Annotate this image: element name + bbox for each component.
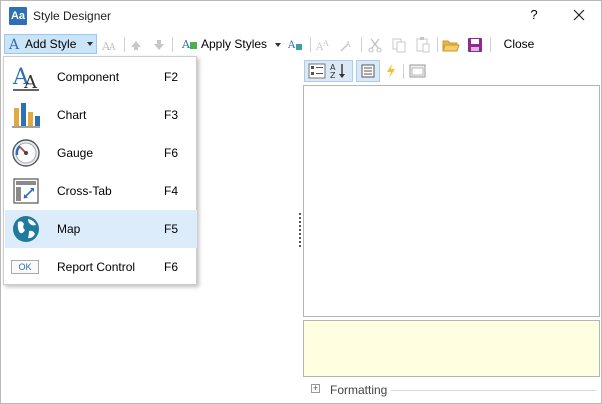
- expand-plus-icon[interactable]: +: [311, 384, 320, 393]
- add-style-label: Add Style: [25, 37, 77, 51]
- close-window-icon[interactable]: [569, 5, 589, 25]
- toolbar-separator: [310, 37, 311, 52]
- chart-icon: [12, 103, 40, 128]
- cut-icon[interactable]: [367, 37, 383, 53]
- menu-item-label: Report Control: [57, 260, 136, 274]
- group-divider: [391, 390, 596, 391]
- move-down-icon[interactable]: [153, 39, 165, 51]
- menu-item-shortcut: F6: [164, 146, 179, 160]
- menu-item-label: Component: [57, 70, 120, 84]
- menu-item-shortcut: F6: [164, 260, 179, 274]
- formatting-group-label: Formatting: [330, 383, 388, 397]
- move-up-icon[interactable]: [130, 39, 142, 51]
- ok-control-icon: OK: [11, 260, 39, 274]
- property-description: [303, 320, 600, 377]
- copy-icon[interactable]: [391, 37, 407, 53]
- app-icon: Aa: [9, 7, 27, 25]
- paste-icon[interactable]: [415, 36, 431, 53]
- formatting-group[interactable]: + Formatting: [303, 381, 600, 399]
- add-style-icon: A: [9, 37, 20, 53]
- close-button[interactable]: Close: [497, 34, 541, 54]
- menu-item-gauge[interactable]: Gauge F6: [5, 134, 197, 172]
- menu-item-label: Map: [57, 222, 81, 236]
- property-grid[interactable]: [303, 85, 600, 317]
- menu-item-chart[interactable]: Chart F3: [5, 96, 197, 134]
- menu-item-shortcut: F5: [164, 222, 179, 236]
- menu-item-shortcut: F3: [164, 108, 179, 122]
- toolbar-separator: [172, 37, 173, 52]
- duplicate-style-icon[interactable]: A A: [101, 38, 119, 52]
- add-style-menu: A A Component F2 Chart F3 Gauge F6 Cross…: [3, 56, 197, 285]
- menu-item-label: Chart: [57, 108, 87, 122]
- events-icon[interactable]: [384, 63, 398, 79]
- toolbar-separator: [361, 37, 362, 52]
- svg-text:A: A: [23, 72, 38, 92]
- apply-styles-label: Apply Styles: [201, 37, 268, 51]
- apply-styles-button[interactable]: A Apply Styles: [179, 34, 283, 54]
- properties-icon[interactable]: [360, 63, 376, 79]
- menu-item-map[interactable]: Map F5: [5, 210, 197, 248]
- menu-item-label: Cross-Tab: [57, 184, 112, 198]
- property-pages-icon[interactable]: [409, 63, 427, 79]
- alphabetical-icon[interactable]: A Z: [329, 62, 349, 80]
- help-button[interactable]: ?: [527, 7, 541, 25]
- title-bar: Aa Style Designer ?: [1, 1, 601, 31]
- style-designer-window: Aa Style Designer ? A Add Style A A A Ap…: [0, 0, 602, 404]
- menu-item-shortcut: F4: [164, 184, 179, 198]
- svg-text:A: A: [108, 43, 116, 52]
- menu-item-shortcut: F2: [164, 70, 179, 84]
- main-toolbar: A Add Style A A A Apply Styles A A A A C…: [1, 31, 601, 57]
- panel-splitter[interactable]: [299, 213, 301, 247]
- map-icon: [13, 216, 39, 242]
- window-title: Style Designer: [33, 9, 112, 23]
- crosstab-icon: [13, 178, 39, 204]
- properties-toolbar: A Z: [303, 59, 601, 85]
- style-ab-icon[interactable]: A: [288, 37, 304, 53]
- ok-icon-text: OK: [18, 262, 32, 272]
- apply-styles-icon: A: [181, 38, 197, 51]
- menu-item-report-control[interactable]: OK Report Control F6: [5, 248, 197, 286]
- gauge-icon: [12, 139, 40, 167]
- toolbar-separator: [490, 37, 491, 52]
- svg-text:Z: Z: [330, 71, 336, 80]
- svg-text:A: A: [288, 40, 296, 51]
- save-icon[interactable]: [467, 37, 483, 53]
- add-style-button[interactable]: A Add Style: [4, 34, 97, 54]
- toolbar-separator: [437, 37, 438, 52]
- toolbar-separator: [403, 64, 404, 79]
- open-folder-icon[interactable]: [442, 37, 460, 53]
- chevron-down-icon[interactable]: [87, 42, 93, 46]
- menu-item-cross-tab[interactable]: Cross-Tab F4: [5, 172, 197, 210]
- svg-text:A: A: [322, 39, 329, 48]
- categorized-icon[interactable]: [308, 63, 326, 79]
- svg-text:A: A: [181, 38, 191, 51]
- component-icon: A A: [12, 65, 39, 92]
- menu-item-component[interactable]: A A Component F2: [5, 58, 197, 96]
- toolbar-separator: [124, 37, 125, 52]
- style-ba-icon[interactable]: A: [340, 37, 356, 53]
- menu-item-label: Gauge: [57, 146, 94, 160]
- style-aa-icon[interactable]: A A: [316, 37, 332, 53]
- chevron-down-icon[interactable]: [275, 43, 281, 47]
